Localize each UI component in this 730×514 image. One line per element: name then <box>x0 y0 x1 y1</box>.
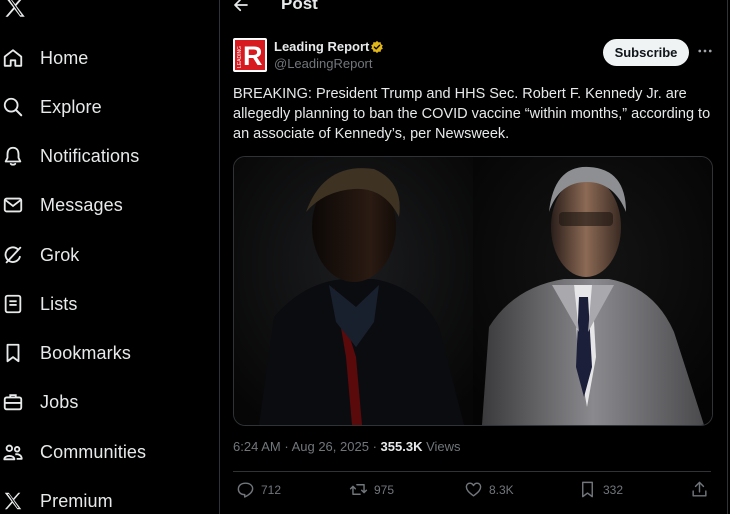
sidebar-item-home[interactable]: Home <box>0 38 88 78</box>
sidebar-item-label: Lists <box>40 293 78 314</box>
list-icon <box>2 293 24 315</box>
sidebar-item-lists[interactable]: Lists <box>0 284 78 324</box>
post-header: Post <box>220 0 727 22</box>
people-icon <box>2 441 24 463</box>
home-icon <box>2 47 24 69</box>
author-name[interactable]: Leading Report <box>274 39 369 54</box>
back-arrow-icon[interactable] <box>232 0 250 14</box>
more-options-icon[interactable] <box>696 42 714 60</box>
reply-button[interactable]: 712 <box>236 480 281 499</box>
sidebar-item-grok[interactable]: Grok <box>0 235 79 275</box>
post-image[interactable] <box>233 156 713 426</box>
subscribe-button[interactable]: Subscribe <box>603 39 689 66</box>
repost-count: 975 <box>374 482 395 497</box>
separator: · <box>284 439 289 454</box>
reply-icon <box>237 482 254 498</box>
envelope-icon <box>2 194 24 216</box>
views-label: Views <box>426 439 461 454</box>
sidebar-item-label: Communities <box>40 441 147 462</box>
sidebar-item-label: Messages <box>40 194 123 215</box>
avatar-logo: LEADING R <box>235 40 265 71</box>
avatar[interactable]: LEADING R <box>233 38 267 72</box>
like-button[interactable]: 8.3K <box>464 480 514 499</box>
sidebar-item-label: Explore <box>40 96 102 117</box>
views-count: 355.3K <box>380 439 423 454</box>
app-window: Home Explore Notifications Messages Grok <box>0 0 730 514</box>
avatar-letter: R <box>243 41 263 71</box>
sidebar-item-label: Jobs <box>40 391 79 412</box>
bookmark-icon <box>582 481 593 498</box>
sidebar-item-jobs[interactable]: Jobs <box>0 382 78 422</box>
sidebar: Home Explore Notifications Messages Grok <box>0 0 219 514</box>
column-divider-right <box>727 0 728 514</box>
search-icon <box>2 96 24 118</box>
repost-icon <box>349 484 368 495</box>
post-column: Post LEADING R Leading Report @LeadingRe… <box>220 0 727 514</box>
sidebar-item-label: Premium <box>40 490 113 511</box>
like-count: 8.3K <box>489 482 514 497</box>
tweet-text: BREAKING: President Trump and HHS Sec. R… <box>233 86 711 142</box>
page-title: Post <box>281 0 318 13</box>
author-handle[interactable]: @LeadingReport <box>274 56 372 71</box>
post-date[interactable]: Aug 26, 2025 <box>292 439 369 454</box>
sidebar-item-bookmarks[interactable]: Bookmarks <box>0 333 131 373</box>
sidebar-item-notifications[interactable]: Notifications <box>0 136 139 176</box>
actions-divider <box>233 471 711 472</box>
verified-badge-icon <box>371 40 383 54</box>
sidebar-item-premium[interactable]: Premium <box>0 481 113 514</box>
post-time[interactable]: 6:24 AM <box>233 439 281 454</box>
post-image-illustration <box>234 157 712 425</box>
post-actions: 712 975 8.3K 332 <box>233 480 713 504</box>
sidebar-item-messages[interactable]: Messages <box>0 185 123 225</box>
post-timestamp: 6:24 AM · Aug 26, 2025 · 355.3K Views <box>233 439 461 454</box>
reply-count: 712 <box>261 482 282 497</box>
bell-icon <box>2 145 24 167</box>
briefcase-icon <box>2 391 24 413</box>
sidebar-item-communities[interactable]: Communities <box>0 432 146 472</box>
x-premium-icon <box>2 490 24 512</box>
share-icon <box>692 481 707 497</box>
sidebar-item-label: Notifications <box>40 145 140 166</box>
bookmark-count: 332 <box>603 482 624 497</box>
bookmark-button[interactable]: 332 <box>578 480 623 499</box>
x-logo-icon[interactable] <box>2 0 28 20</box>
separator: · <box>372 439 377 454</box>
sidebar-item-label: Home <box>40 47 89 68</box>
share-button[interactable] <box>690 480 709 499</box>
sidebar-item-label: Grok <box>40 244 80 265</box>
sidebar-item-explore[interactable]: Explore <box>0 87 102 127</box>
bookmark-icon <box>2 342 24 364</box>
grok-icon <box>2 244 24 266</box>
repost-button[interactable]: 975 <box>349 480 394 499</box>
sidebar-item-label: Bookmarks <box>40 342 131 363</box>
heart-icon <box>465 482 482 497</box>
